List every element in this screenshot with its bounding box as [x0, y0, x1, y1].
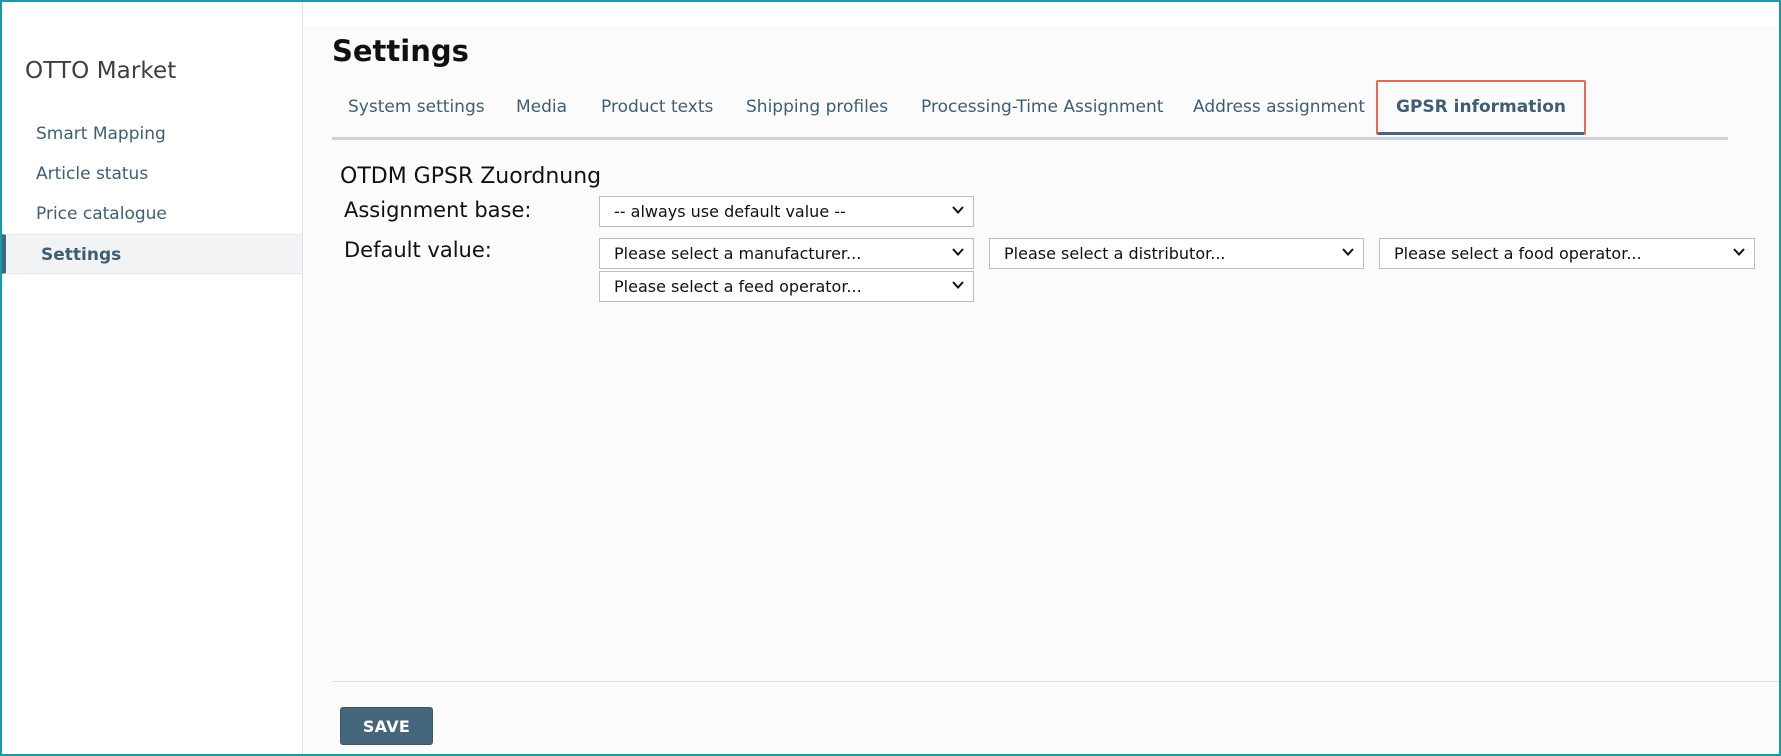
- tab-system-settings[interactable]: System settings: [348, 82, 485, 132]
- assignment-base-label: Assignment base:: [344, 198, 532, 222]
- tab-address-assignment[interactable]: Address assignment: [1193, 82, 1365, 132]
- sidebar: OTTO Market Smart Mapping Article status…: [2, 2, 303, 754]
- distributor-select[interactable]: Please select a distributor...: [989, 238, 1364, 269]
- sidebar-item-price-catalogue[interactable]: Price catalogue: [2, 194, 302, 234]
- food-operator-select[interactable]: Please select a food operator...: [1379, 238, 1755, 269]
- assignment-base-select[interactable]: -- always use default value --: [599, 196, 974, 227]
- chevron-down-icon: [952, 281, 964, 289]
- assignment-base-value: -- always use default value --: [614, 202, 846, 221]
- default-value-label: Default value:: [344, 238, 492, 262]
- app-window: OTTO Market Smart Mapping Article status…: [0, 0, 1781, 756]
- feed-operator-select[interactable]: Please select a feed operator...: [599, 271, 974, 302]
- tab-processing-time-assignment[interactable]: Processing-Time Assignment: [921, 82, 1163, 132]
- food-operator-value: Please select a food operator...: [1394, 244, 1642, 263]
- page-title: Settings: [332, 34, 469, 68]
- sidebar-item-article-status[interactable]: Article status: [2, 154, 302, 194]
- app-title: OTTO Market: [25, 58, 177, 84]
- manufacturer-value: Please select a manufacturer...: [614, 244, 862, 263]
- tab-media[interactable]: Media: [516, 82, 567, 132]
- save-button[interactable]: SAVE: [340, 707, 433, 745]
- section-title: OTDM GPSR Zuordnung: [340, 164, 602, 189]
- feed-operator-value: Please select a feed operator...: [614, 277, 862, 296]
- chevron-down-icon: [952, 248, 964, 256]
- main-content: Settings System settings Media Product t…: [303, 2, 1779, 754]
- tab-gpsr-information[interactable]: GPSR information: [1376, 80, 1586, 135]
- tab-shipping-profiles[interactable]: Shipping profiles: [746, 82, 888, 132]
- sidebar-item-smart-mapping[interactable]: Smart Mapping: [2, 114, 302, 154]
- top-strip: [303, 2, 1779, 26]
- chevron-down-icon: [952, 206, 964, 214]
- chevron-down-icon: [1342, 248, 1354, 256]
- chevron-down-icon: [1733, 248, 1745, 256]
- tab-bar: System settings Media Product texts Ship…: [332, 80, 1728, 140]
- tab-product-texts[interactable]: Product texts: [601, 82, 713, 132]
- sidebar-item-settings[interactable]: Settings: [2, 234, 302, 274]
- manufacturer-select[interactable]: Please select a manufacturer...: [599, 238, 974, 269]
- distributor-value: Please select a distributor...: [1004, 244, 1226, 263]
- footer-divider: [332, 681, 1779, 682]
